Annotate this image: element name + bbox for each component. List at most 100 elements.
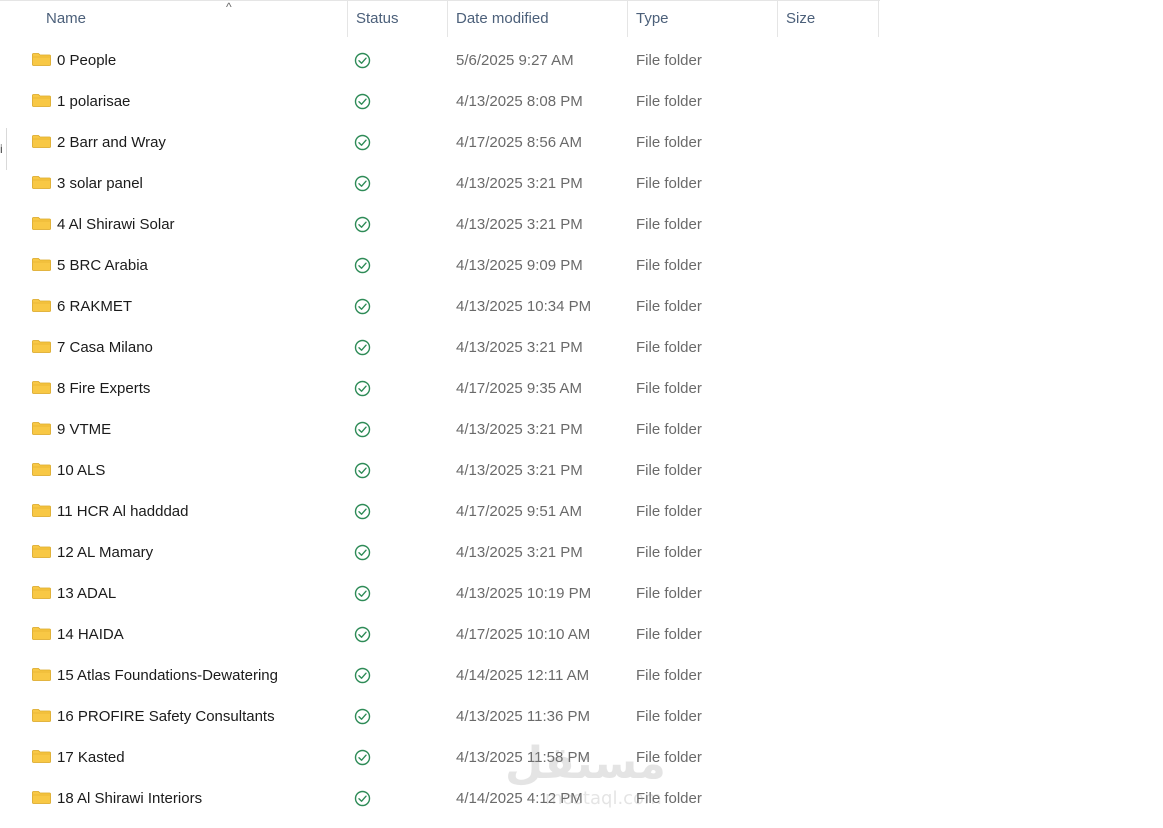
file-type: File folder: [636, 339, 702, 356]
file-list-row[interactable]: 8 Fire Experts 4/17/2025 9:35 AM File fold…: [0, 368, 1163, 409]
column-header-date-modified[interactable]: Date modified: [448, 1, 628, 37]
sync-ok-check-icon: [354, 175, 371, 192]
file-name[interactable]: 9 VTME: [57, 409, 111, 450]
folder-icon: [32, 627, 51, 640]
column-header-name[interactable]: ^ Name: [38, 0, 348, 37]
sync-ok-check-icon: [354, 544, 371, 561]
file-list-row[interactable]: 3 solar panel 4/13/2025 3:21 PM File folde…: [0, 163, 1163, 204]
file-date-modified: 4/13/2025 3:21 PM: [456, 544, 583, 561]
file-name[interactable]: 6 RAKMET: [57, 286, 132, 327]
file-explorer-details-view: i ^ Name Status Date modified Type Size …: [0, 0, 1163, 828]
file-name[interactable]: 0 People: [57, 40, 116, 81]
file-list-row[interactable]: 18 Al Shirawi Interiors 4/14/2025 4:12 PM…: [0, 778, 1163, 819]
file-list-row[interactable]: 9 VTME 4/13/2025 3:21 PM File folder: [0, 409, 1163, 450]
file-type: File folder: [636, 790, 702, 807]
sync-ok-check-icon: [354, 462, 371, 479]
file-name[interactable]: 17 Kasted: [57, 737, 125, 778]
sync-ok-check-icon: [354, 421, 371, 438]
sync-ok-check-icon: [354, 667, 371, 684]
file-type: File folder: [636, 503, 702, 520]
file-list-row[interactable]: 5 BRC Arabia 4/13/2025 9:09 PM File folder: [0, 245, 1163, 286]
sync-ok-check-icon: [354, 216, 371, 233]
file-list-row[interactable]: 0 People 5/6/2025 9:27 AM File folder: [0, 40, 1163, 81]
file-type: File folder: [636, 667, 702, 684]
file-type: File folder: [636, 134, 702, 151]
file-name[interactable]: 3 solar panel: [57, 163, 143, 204]
file-list-row[interactable]: 11 HCR Al hadddad 4/17/2025 9:51 AM File f…: [0, 491, 1163, 532]
file-date-modified: 4/14/2025 12:11 AM: [456, 667, 590, 684]
file-type: File folder: [636, 544, 702, 561]
folder-icon: [32, 545, 51, 558]
file-name[interactable]: 2 Barr and Wray: [57, 122, 166, 163]
file-date-modified: 4/13/2025 10:34 PM: [456, 298, 592, 315]
file-list-row[interactable]: 10 ALS 4/13/2025 3:21 PM File folder: [0, 450, 1163, 491]
file-list: 0 People 5/6/2025 9:27 AM File folder 1 pol…: [0, 40, 1163, 819]
file-list-row[interactable]: 15 Atlas Foundations-Dewatering 4/14/2025…: [0, 655, 1163, 696]
file-name[interactable]: 14 HAIDA: [57, 614, 124, 655]
sync-ok-check-icon: [354, 503, 371, 520]
file-list-row[interactable]: 1 polarisae 4/13/2025 8:08 PM File folder: [0, 81, 1163, 122]
column-header-size[interactable]: Size: [778, 1, 879, 37]
file-name[interactable]: 4 Al Shirawi Solar: [57, 204, 175, 245]
file-name[interactable]: 12 AL Mamary: [57, 532, 153, 573]
sync-ok-check-icon: [354, 134, 371, 151]
file-name[interactable]: 10 ALS: [57, 450, 105, 491]
folder-icon: [32, 53, 51, 66]
folder-icon: [32, 750, 51, 763]
file-list-row[interactable]: 17 Kasted 4/13/2025 11:58 PM File folder: [0, 737, 1163, 778]
folder-icon: [32, 258, 51, 271]
column-header-status-label: Status: [356, 10, 399, 27]
file-name[interactable]: 16 PROFIRE Safety Consultants: [57, 696, 275, 737]
sync-ok-check-icon: [354, 585, 371, 602]
file-type: File folder: [636, 585, 702, 602]
folder-icon: [32, 463, 51, 476]
file-name[interactable]: 7 Casa Milano: [57, 327, 153, 368]
file-type: File folder: [636, 257, 702, 274]
sync-ok-check-icon: [354, 708, 371, 725]
file-name[interactable]: 18 Al Shirawi Interiors: [57, 778, 202, 819]
file-type: File folder: [636, 52, 702, 69]
file-name[interactable]: 5 BRC Arabia: [57, 245, 148, 286]
file-date-modified: 4/13/2025 3:21 PM: [456, 421, 583, 438]
file-type: File folder: [636, 216, 702, 233]
file-name[interactable]: 1 polarisae: [57, 81, 130, 122]
file-date-modified: 4/13/2025 8:08 PM: [456, 93, 583, 110]
file-list-row[interactable]: 13 ADAL 4/13/2025 10:19 PM File folder: [0, 573, 1163, 614]
file-type: File folder: [636, 175, 702, 192]
file-date-modified: 4/17/2025 10:10 AM: [456, 626, 591, 643]
file-date-modified: 4/13/2025 3:21 PM: [456, 175, 583, 192]
column-header-date-label: Date modified: [456, 10, 549, 27]
file-list-row[interactable]: 12 AL Mamary 4/13/2025 3:21 PM File folder: [0, 532, 1163, 573]
file-name[interactable]: 13 ADAL: [57, 573, 116, 614]
file-name[interactable]: 11 HCR Al hadddad: [57, 491, 188, 532]
file-date-modified: 4/14/2025 4:12 PM: [456, 790, 583, 807]
folder-icon: [32, 381, 51, 394]
folder-icon: [32, 217, 51, 230]
file-type: File folder: [636, 626, 702, 643]
file-name[interactable]: 15 Atlas Foundations-Dewatering: [57, 655, 278, 696]
file-date-modified: 4/13/2025 3:21 PM: [456, 462, 583, 479]
sync-ok-check-icon: [354, 339, 371, 356]
file-date-modified: 4/13/2025 11:36 PM: [456, 708, 590, 725]
file-list-row[interactable]: 2 Barr and Wray 4/17/2025 8:56 AM File fol…: [0, 122, 1163, 163]
file-type: File folder: [636, 749, 702, 766]
folder-icon: [32, 791, 51, 804]
folder-icon: [32, 340, 51, 353]
file-list-row[interactable]: 6 RAKMET 4/13/2025 10:34 PM File folder: [0, 286, 1163, 327]
file-type: File folder: [636, 462, 702, 479]
sort-ascending-icon: ^: [226, 0, 232, 14]
folder-icon: [32, 709, 51, 722]
file-name[interactable]: 8 Fire Experts: [57, 368, 150, 409]
file-type: File folder: [636, 93, 702, 110]
column-header-type[interactable]: Type: [628, 1, 778, 37]
file-list-row[interactable]: 7 Casa Milano 4/13/2025 3:21 PM File folde…: [0, 327, 1163, 368]
file-date-modified: 4/17/2025 8:56 AM: [456, 134, 582, 151]
file-list-row[interactable]: 16 PROFIRE Safety Consultants 4/13/2025 1…: [0, 696, 1163, 737]
file-date-modified: 4/13/2025 9:09 PM: [456, 257, 583, 274]
file-list-row[interactable]: 4 Al Shirawi Solar 4/13/2025 3:21 PM File …: [0, 204, 1163, 245]
file-date-modified: 5/6/2025 9:27 AM: [456, 52, 574, 69]
file-date-modified: 4/13/2025 11:58 PM: [456, 749, 590, 766]
folder-icon: [32, 135, 51, 148]
column-header-status[interactable]: Status: [348, 1, 448, 37]
file-list-row[interactable]: 14 HAIDA 4/17/2025 10:10 AM File folder: [0, 614, 1163, 655]
